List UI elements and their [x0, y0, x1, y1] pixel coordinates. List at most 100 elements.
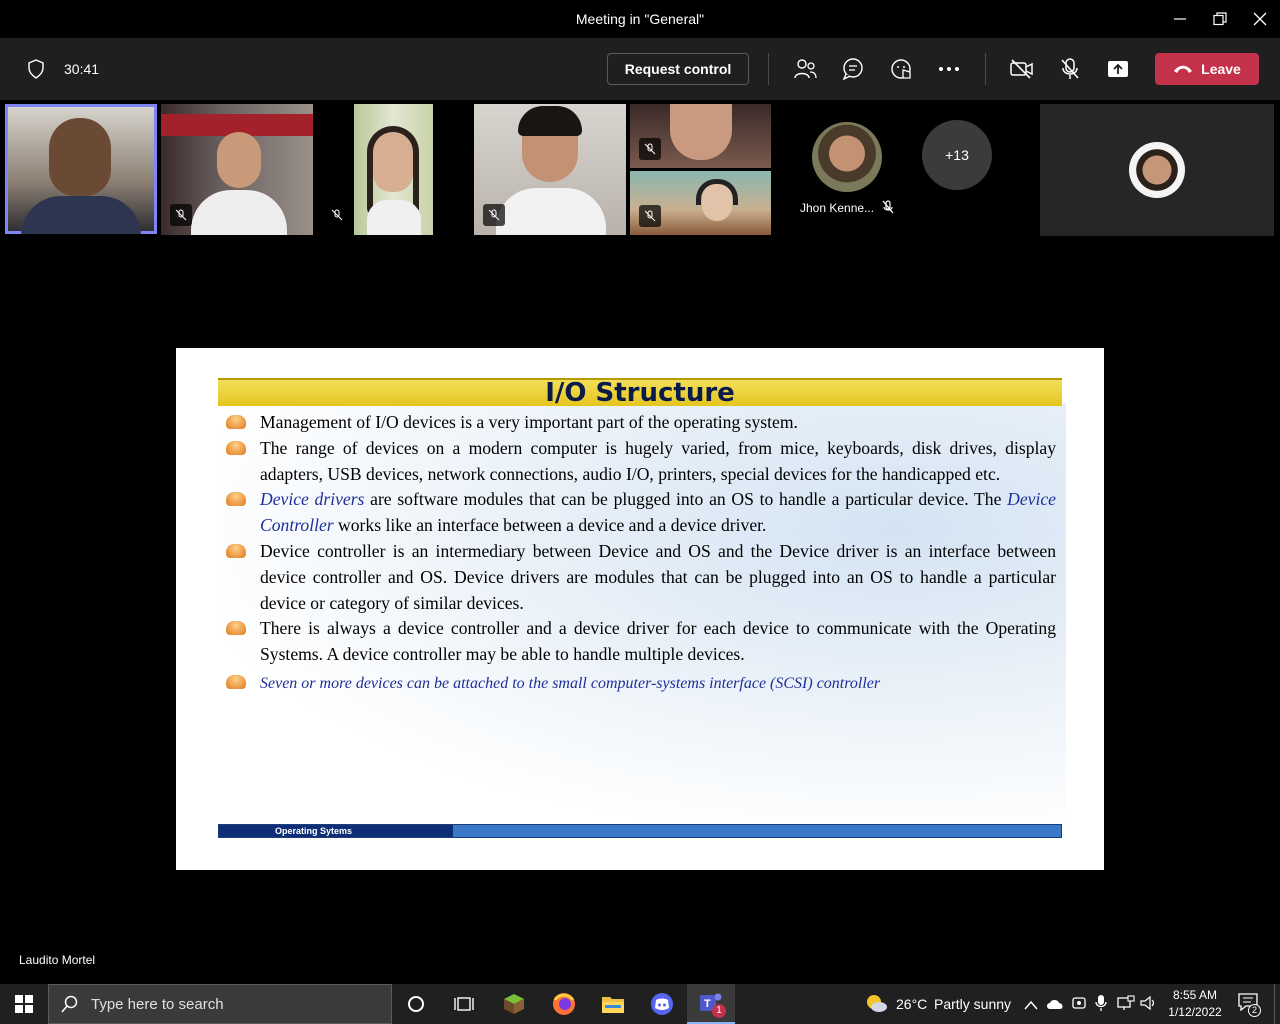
- notification-badge: 1: [712, 1004, 726, 1018]
- minecraft-icon: [504, 994, 524, 1014]
- restore-icon: [1213, 12, 1227, 26]
- bullet-icon: [226, 674, 246, 689]
- firefox-icon: [553, 993, 575, 1015]
- task-view-button[interactable]: [440, 984, 488, 1024]
- participant-avatar[interactable]: [812, 122, 882, 192]
- bullet-text: Management of I/O devices is a very impo…: [260, 412, 798, 432]
- task-view-icon: [454, 997, 474, 1011]
- participant-face: [670, 104, 732, 160]
- mic-off-icon: [1061, 58, 1079, 79]
- participant-video-tile[interactable]: [630, 104, 771, 168]
- bullet-text: There is always a device controller and …: [260, 618, 1056, 665]
- emphasis-text: Device drivers: [260, 489, 365, 510]
- clock-time: 8:55 AM: [1172, 988, 1218, 1002]
- slide-footer: Operating Sytems: [218, 824, 1062, 838]
- bullet-icon: [226, 492, 246, 507]
- more-actions-button[interactable]: [935, 55, 963, 83]
- participant-face: [49, 118, 111, 196]
- participant-tile[interactable]: [1040, 104, 1274, 236]
- taskbar-search-box[interactable]: Type here to search: [48, 984, 392, 1024]
- muted-indicator: [483, 204, 505, 226]
- cloud-icon[interactable]: [1046, 997, 1064, 1015]
- bullet-text: works like an interface between a device…: [333, 515, 767, 536]
- participant-avatar: [1129, 142, 1185, 198]
- muted-indicator: [639, 138, 661, 160]
- presenter-name: Laudito Mortel: [19, 953, 96, 967]
- mic-off-icon: [881, 200, 895, 219]
- mic-off-icon: [644, 143, 656, 155]
- meeting-timer: 30:41: [64, 61, 100, 77]
- more-icon: [939, 67, 959, 71]
- weather-temperature[interactable]: 26°C: [896, 996, 927, 1012]
- mic-off-icon: [644, 210, 656, 222]
- mic-off-icon: [488, 209, 500, 221]
- request-control-button[interactable]: Request control: [607, 53, 749, 85]
- mic-off-icon: [331, 209, 343, 221]
- mic-toggle-button[interactable]: [1056, 55, 1084, 83]
- svg-text:T: T: [704, 998, 711, 1010]
- camera-off-icon: [1010, 59, 1033, 79]
- participant-video-tile[interactable]: [161, 104, 313, 235]
- raise-hand-icon: [891, 59, 911, 79]
- chevron-up-icon[interactable]: [1024, 997, 1038, 1015]
- bullet-icon: [226, 415, 246, 429]
- bullet-icon: [226, 543, 246, 558]
- participant-shirt: [21, 196, 141, 234]
- people-icon: [794, 59, 817, 79]
- presentation-slide: I/O Structure Management of I/O devices …: [176, 348, 1104, 870]
- reactions-button[interactable]: [887, 55, 915, 83]
- participant-video-tile[interactable]: [630, 171, 771, 235]
- chat-button[interactable]: [839, 55, 867, 83]
- cortana-button[interactable]: [392, 984, 440, 1024]
- network-icon[interactable]: [1117, 995, 1135, 1016]
- minimize-button[interactable]: [1168, 8, 1192, 30]
- notification-center-button[interactable]: 2: [1238, 993, 1262, 1017]
- people-button[interactable]: [791, 55, 819, 83]
- microphone-icon[interactable]: [1094, 994, 1108, 1017]
- volume-icon[interactable]: [1140, 995, 1158, 1016]
- clock-date: 1/12/2022: [1168, 1005, 1222, 1019]
- participant-video-tile[interactable]: [5, 104, 157, 234]
- close-button[interactable]: [1248, 8, 1272, 30]
- taskbar-clock[interactable]: 8:55 AM 1/12/2022: [1162, 987, 1228, 1021]
- start-button[interactable]: [0, 984, 48, 1024]
- bullet-text: Seven or more devices can be attached to…: [260, 674, 881, 692]
- slide-bullet-list: Management of I/O devices is a very impo…: [224, 410, 1056, 696]
- leave-button[interactable]: Leave: [1155, 53, 1259, 85]
- slide-bullet: Seven or more devices can be attached to…: [224, 670, 1056, 696]
- leave-label: Leave: [1201, 61, 1241, 77]
- notification-count: 2: [1248, 1004, 1261, 1017]
- more-participants-button[interactable]: +13: [922, 120, 992, 190]
- shared-content-stage: I/O Structure Management of I/O devices …: [0, 240, 1280, 980]
- participant-shirt: [496, 188, 606, 235]
- bullet-text: are software modules that can be plugged…: [364, 489, 1008, 510]
- weather-icon[interactable]: [864, 993, 888, 1018]
- participant-hair: [518, 106, 582, 136]
- share-screen-button[interactable]: [1104, 55, 1132, 83]
- title-bar: Meeting in "General": [0, 0, 1280, 38]
- participant-video-tile[interactable]: [317, 104, 469, 235]
- firefox-app-button[interactable]: [540, 984, 588, 1024]
- weather-description[interactable]: Partly sunny: [934, 996, 1011, 1012]
- file-explorer-button[interactable]: [589, 984, 637, 1024]
- taskbar: Type here to search T 1 26°C Partly sunn…: [0, 984, 1280, 1024]
- minimize-icon: [1174, 18, 1186, 20]
- meet-now-icon[interactable]: [1072, 995, 1086, 1016]
- windows-logo-icon: [15, 995, 33, 1013]
- slide-bullet: There is always a device controller and …: [224, 616, 1056, 668]
- show-desktop-button[interactable]: [1274, 984, 1275, 1024]
- close-icon: [1253, 12, 1267, 26]
- slide-bullet: Device drivers are software modules that…: [224, 487, 1056, 539]
- folder-icon: [602, 997, 624, 1013]
- muted-indicator: [639, 205, 661, 227]
- participant-video-tile[interactable]: [474, 104, 626, 235]
- bullet-icon: [226, 440, 246, 455]
- discord-icon: [651, 993, 673, 1015]
- camera-toggle-button[interactable]: [1008, 55, 1036, 83]
- teams-app-button[interactable]: T 1: [687, 984, 735, 1024]
- restore-button[interactable]: [1208, 8, 1232, 30]
- divider: [985, 53, 986, 85]
- slide-bullet: The range of devices on a modern compute…: [224, 436, 1056, 488]
- discord-app-button[interactable]: [638, 984, 686, 1024]
- minecraft-app-button[interactable]: [490, 984, 538, 1024]
